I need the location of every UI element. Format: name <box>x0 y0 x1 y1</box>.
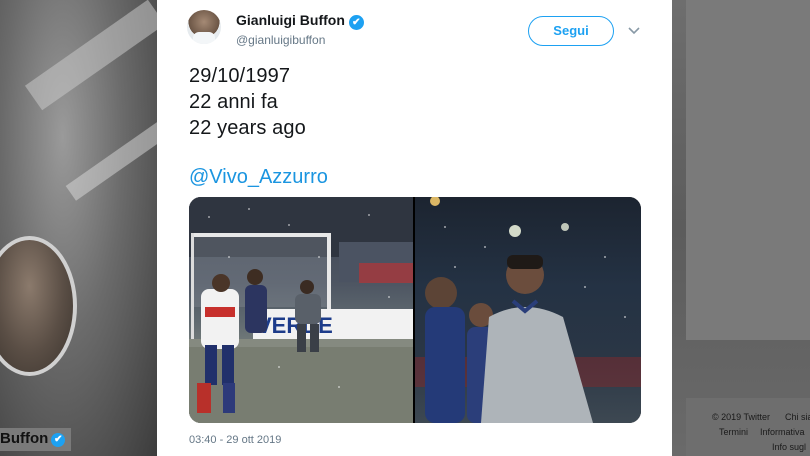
background-sidebar: © 2019 Twitter Chi sia Termini Informati… <box>672 0 810 456</box>
mention-link[interactable]: @Vivo_Azzurro <box>189 166 328 189</box>
tweet-media: VERDE <box>189 197 641 423</box>
tweet-text-line: 29/10/1997 <box>189 65 291 87</box>
footer-link-about[interactable]: Chi sia <box>785 412 810 422</box>
tweet-text-line: 22 anni fa <box>189 91 278 113</box>
background-profile-name-text: Buffon <box>0 430 49 447</box>
author-name[interactable]: Gianluigi Buffon ✔ <box>236 12 364 30</box>
background-decoration <box>24 0 157 111</box>
author-handle[interactable]: @gianluigibuffon <box>236 33 325 47</box>
footer-link-ads-info[interactable]: Info sugl <box>772 442 806 452</box>
background-profile-header <box>0 0 157 456</box>
verified-icon: ✔ <box>348 15 364 30</box>
photo-football-match[interactable]: VERDE <box>189 197 413 423</box>
tweet-card: Gianluigi Buffon ✔ @gianluigibuffon Segui… <box>157 0 672 456</box>
background-decoration <box>65 117 157 201</box>
photo-players-portrait[interactable] <box>415 197 641 423</box>
author-name-text[interactable]: Gianluigi Buffon <box>236 12 345 28</box>
tweet-timestamp[interactable]: 03:40 - 29 ott 2019 <box>189 434 281 446</box>
author-avatar[interactable] <box>187 10 221 44</box>
ad-board-text: VERDE <box>257 313 333 338</box>
avatar-shirt <box>193 32 215 44</box>
background-footer: © 2019 Twitter Chi sia Termini Informati… <box>686 398 810 456</box>
verified-icon: ✔ <box>51 433 66 447</box>
tweet-text-line: 22 years ago <box>189 117 306 139</box>
footer-link-privacy[interactable]: Informativa <box>760 427 805 437</box>
footer-copyright: © 2019 Twitter <box>712 412 770 422</box>
background-sidebar-panel <box>686 0 810 340</box>
background-profile-name: Buffon ✔ <box>0 428 72 451</box>
follow-button[interactable]: Segui <box>528 16 614 46</box>
footer-link-terms[interactable]: Termini <box>719 427 748 437</box>
chevron-down-icon[interactable] <box>626 22 642 38</box>
